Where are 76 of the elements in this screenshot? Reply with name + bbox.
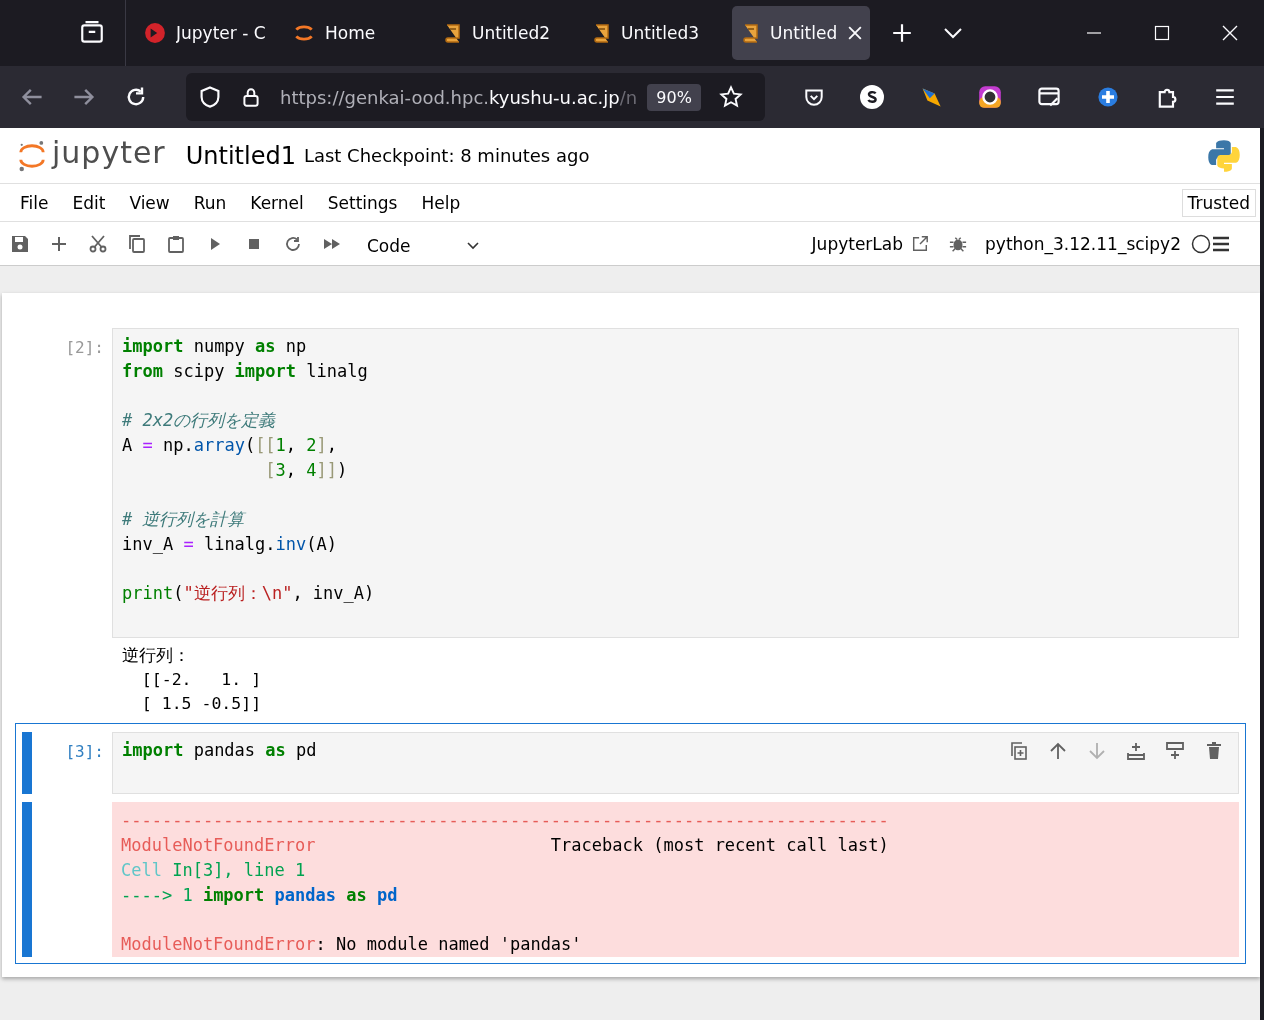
insert-below-icon[interactable] xyxy=(1165,740,1185,761)
menu-item[interactable]: Kernel xyxy=(250,192,304,213)
code-line: import pandas as pd xyxy=(122,738,317,762)
traceback-line: Cell In[3], line 1 xyxy=(121,858,306,882)
bug-icon[interactable] xyxy=(949,234,968,253)
address-bar[interactable]: https://genkai-ood.hpc.kyushu-u.ac.jp/n 90% xyxy=(186,73,765,121)
code-editor[interactable]: import pandas as pd xyxy=(112,731,1239,795)
cell-prompt: [3]: xyxy=(64,740,105,761)
cross-circle-icon[interactable] xyxy=(1096,85,1120,109)
book-icon xyxy=(442,23,462,43)
jupyter-logo-text[interactable]: jupyter xyxy=(52,135,166,170)
external-link-icon[interactable] xyxy=(911,234,930,253)
maximize-icon[interactable] xyxy=(1154,25,1170,41)
menu-item[interactable]: Run xyxy=(193,192,227,213)
kernel-name[interactable]: python_3.12.11_scipy2 xyxy=(985,233,1181,254)
duplicate-icon[interactable] xyxy=(1009,740,1029,761)
lock-icon[interactable] xyxy=(240,86,262,108)
cell-collapser[interactable] xyxy=(22,731,32,795)
code-line: print("逆行列：\n", inv_A) xyxy=(122,582,375,605)
tab-list-icon[interactable] xyxy=(79,20,105,46)
star-icon[interactable] xyxy=(718,85,743,109)
traceback-line: ----> 1 import pandas as pd xyxy=(121,883,398,907)
trusted-indicator[interactable]: Trusted xyxy=(1181,188,1256,217)
browser-tab[interactable]: Home xyxy=(285,6,423,60)
clipboard-icon[interactable] xyxy=(166,233,186,254)
up-arrow-icon[interactable] xyxy=(1048,740,1068,761)
traceback-line: --------------------------------------------------------------------------- xyxy=(121,809,889,833)
checkpoint-status: Last Checkpoint: 8 minutes ago xyxy=(303,145,590,166)
menu-item[interactable]: File xyxy=(20,192,49,213)
close-icon[interactable] xyxy=(848,26,862,40)
save-icon[interactable] xyxy=(10,233,30,254)
code-line: [3, 4]]) xyxy=(264,458,348,482)
pocket-icon[interactable] xyxy=(803,86,825,108)
book-icon xyxy=(591,23,611,43)
cell-prompt: [2]: xyxy=(64,337,105,357)
code-line: A = np.array([[1, 2], xyxy=(122,433,338,457)
window-pen-icon[interactable] xyxy=(1037,85,1061,109)
menu-item[interactable]: Edit xyxy=(72,192,106,213)
output-line: [[-2. 1. ] xyxy=(140,668,262,691)
output-line: [ 1.5 -0.5]] xyxy=(140,692,262,715)
browser-tab[interactable]: Untitled2 xyxy=(434,6,572,60)
avatar-circle-icon[interactable] xyxy=(860,85,884,109)
copy-icon[interactable] xyxy=(127,233,147,254)
zoom-level-button[interactable]: 90% xyxy=(647,83,701,111)
code-line: # 2x2の行列を定義 xyxy=(122,409,276,433)
menu-item[interactable]: Settings xyxy=(327,192,398,213)
caret-icon xyxy=(467,241,479,250)
book-icon xyxy=(740,23,760,43)
menu-item[interactable]: View xyxy=(129,192,170,213)
close-icon[interactable] xyxy=(1222,25,1238,41)
traceback-line: ModuleNotFoundError Traceback (most recent call last) xyxy=(121,834,889,858)
trash-icon[interactable] xyxy=(1204,740,1224,761)
code-line: # 逆行列を計算 xyxy=(122,507,245,531)
scissors-icon[interactable] xyxy=(88,233,108,254)
menu-icon[interactable] xyxy=(1214,86,1236,108)
code-line: inv_A = linalg.inv(A) xyxy=(122,532,337,556)
cell-type-dropdown[interactable]: Code xyxy=(367,231,479,256)
python-logo-icon xyxy=(1206,137,1242,174)
shield-icon[interactable] xyxy=(198,85,222,109)
insert-above-icon[interactable] xyxy=(1126,740,1146,761)
colorful-ring-icon[interactable] xyxy=(978,85,1002,109)
output-line: 逆行列： xyxy=(122,644,191,667)
url-text[interactable]: https://genkai-ood.hpc.kyushu-u.ac.jp/n xyxy=(280,86,638,108)
notebook-cell[interactable] xyxy=(15,722,1246,964)
play-circle-icon xyxy=(144,22,166,44)
jupyterlab-link[interactable]: JupyterLab xyxy=(811,233,904,254)
plus-icon[interactable] xyxy=(891,22,913,44)
code-line: import numpy as np xyxy=(122,335,307,358)
code-line: from scipy import linalg xyxy=(122,359,368,383)
notebook-cell[interactable]: [2]: import numpy as np from scipy import linalg # 2x2の行列を定義 A = np.array([[1, 2], [3, 4]]) # 逆行列を計算 inv_A = linalg.inv(A) print("逆行列：\n", inv_A) 逆行列： [[-2. 1. ] [ 1.5 -0.5]] xyxy=(15,327,1246,723)
menu-item[interactable]: Help xyxy=(421,192,461,213)
traceback-line: ModuleNotFoundError: No module named 'pandas' xyxy=(121,932,582,956)
browser-tab[interactable]: Untitled3 xyxy=(583,6,721,60)
notebook-title[interactable]: Untitled1 xyxy=(185,141,296,170)
code-editor[interactable]: import numpy as np from scipy import linalg # 2x2の行列を定義 A = np.array([[1, 2], [3, 4]]) # 逆行列を計算 inv_A = linalg.inv(A) print("逆行列：\n", inv_A) xyxy=(112,328,1239,638)
browser-tab[interactable]: Untitled xyxy=(732,6,870,60)
